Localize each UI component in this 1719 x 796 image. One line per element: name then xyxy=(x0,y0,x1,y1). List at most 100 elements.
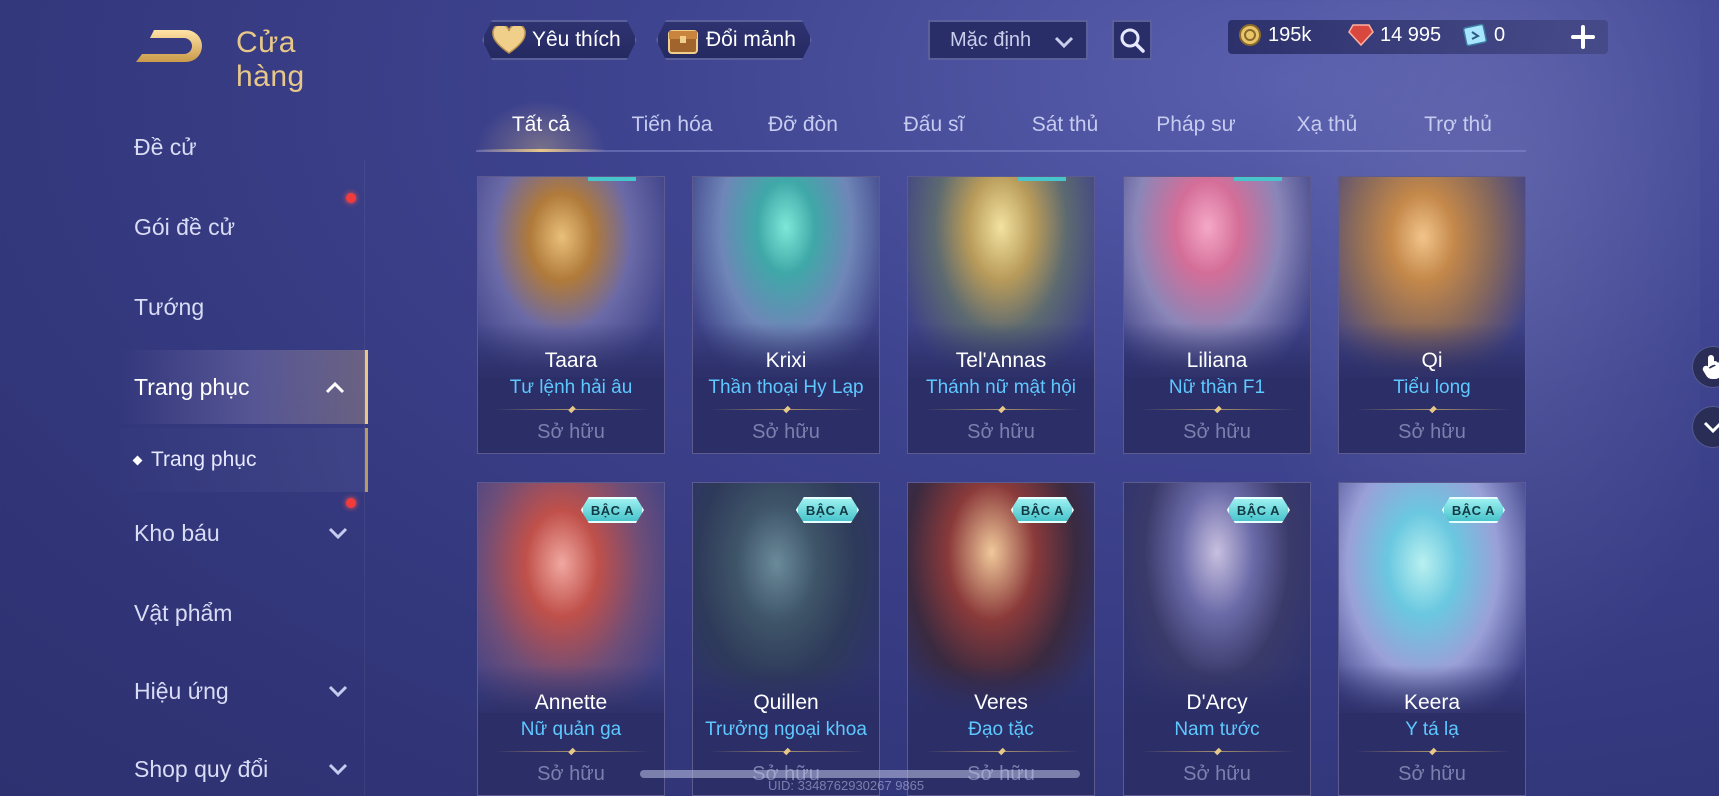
ticket-balance: 0 xyxy=(1462,23,1505,47)
skin-name: Y tá lạ xyxy=(1405,719,1459,740)
tab-phap-su[interactable]: Pháp sư xyxy=(1131,100,1261,150)
tab-tien-hoa[interactable]: Tiến hóa xyxy=(607,100,737,150)
page-title: Cửa hàng xyxy=(236,26,305,93)
tier-badge: BẬC A xyxy=(1011,497,1074,523)
card-divider xyxy=(494,409,650,410)
badge-stub xyxy=(588,177,636,181)
exchange-button[interactable]: Đổi mảnh xyxy=(656,20,812,60)
card-divider xyxy=(709,751,865,752)
sidebar-item-hieu-ung[interactable]: Hiệu ứng xyxy=(120,656,368,726)
sidebar-item-label: Đề cử xyxy=(134,133,197,160)
card-divider xyxy=(924,751,1080,752)
sidebar-divider xyxy=(364,160,365,796)
hand-cursor-button[interactable] xyxy=(1692,346,1719,388)
chest-icon xyxy=(666,23,700,57)
owned-status: Sở hữu xyxy=(537,421,605,443)
notification-dot xyxy=(346,498,356,508)
gold-coin-icon xyxy=(1239,24,1261,46)
ticket-amount: 0 xyxy=(1494,23,1506,46)
hero-name: Annette xyxy=(534,691,608,714)
back-button[interactable] xyxy=(132,26,204,66)
hero-name: Quillen xyxy=(753,691,819,714)
tab-tat-ca[interactable]: Tất cả xyxy=(476,100,606,152)
exchange-label: Đổi mảnh xyxy=(706,28,796,51)
owned-status: Sở hữu xyxy=(752,421,820,443)
add-currency-button[interactable] xyxy=(1568,22,1598,52)
sidebar-subitem-trang-phuc[interactable]: Trang phục xyxy=(120,428,368,492)
skin-name: Tư lệnh hải âu xyxy=(509,377,633,398)
skin-card[interactable]: Taara Tư lệnh hải âu Sở hữu xyxy=(477,176,665,454)
notification-dot xyxy=(346,193,356,203)
tab-do-don[interactable]: Đỡ đòn xyxy=(738,100,868,150)
skin-card[interactable]: Tel'Annas Thánh nữ mật hội Sở hữu xyxy=(907,176,1095,454)
favorites-button[interactable]: Yêu thích xyxy=(482,20,637,60)
chevron-down-icon xyxy=(328,685,348,698)
skin-name: Đạo tặc xyxy=(968,719,1034,740)
sidebar-item-tuong[interactable]: Tướng xyxy=(120,272,368,342)
sidebar-item-trang-phuc[interactable]: Trang phục xyxy=(120,350,368,424)
sidebar-item-goi-de-cu[interactable]: Gói đề cử xyxy=(120,192,368,262)
sidebar-item-label: Trang phục xyxy=(134,373,250,400)
red-gem-icon xyxy=(1348,24,1374,47)
voucher-balance: 14 995 xyxy=(1348,23,1441,47)
hero-name: Keera xyxy=(1403,691,1461,714)
skin-card[interactable]: BẬC A Veres Đạo tặc Sở hữu xyxy=(907,482,1095,796)
skin-card[interactable]: BẬC A D'Arcy Nam tước Sở hữu xyxy=(1123,482,1311,796)
sidebar-item-kho-bau[interactable]: Kho báu xyxy=(120,498,368,568)
hero-name: Tel'Annas xyxy=(955,349,1047,372)
skin-name: Thần thoại Hy Lạp xyxy=(708,377,864,398)
sidebar-item-label: Shop quy đổi xyxy=(134,755,269,782)
plus-icon xyxy=(1571,25,1595,49)
badge-stub xyxy=(1234,177,1282,181)
sidebar-item-vat-pham[interactable]: Vật phẩm xyxy=(120,578,368,648)
owned-status: Sở hữu xyxy=(1183,763,1251,785)
card-divider xyxy=(1140,409,1296,410)
owned-status: Sở hữu xyxy=(537,763,605,785)
sort-value: Mặc định xyxy=(950,28,1032,51)
sidebar-item-de-cu[interactable]: Đề cử xyxy=(120,112,368,182)
chevron-down-icon xyxy=(328,527,348,540)
skin-card[interactable]: BẬC A Keera Y tá lạ Sở hữu xyxy=(1338,482,1526,796)
badge-stub xyxy=(1018,177,1066,181)
chevron-down-icon xyxy=(1054,36,1074,49)
skin-card[interactable]: Krixi Thần thoại Hy Lạp Sở hữu xyxy=(692,176,880,454)
tab-dau-si[interactable]: Đấu sĩ xyxy=(869,100,999,150)
favorites-label: Yêu thích xyxy=(532,28,621,51)
hero-name: Veres xyxy=(974,691,1028,714)
gold-amount: 195k xyxy=(1268,23,1312,46)
owned-status: Sở hữu xyxy=(1398,421,1466,443)
tab-xa-thu[interactable]: Xạ thủ xyxy=(1262,100,1392,150)
skin-card[interactable]: Qi Tiểu long Sở hữu xyxy=(1338,176,1526,454)
expand-button[interactable] xyxy=(1692,406,1719,448)
owned-status: Sở hữu xyxy=(1183,421,1251,443)
card-divider xyxy=(1140,751,1296,752)
search-button[interactable] xyxy=(1112,20,1152,60)
skin-name: Nữ thần F1 xyxy=(1168,377,1266,398)
card-divider xyxy=(1355,751,1511,752)
sidebar-item-shop-quy-doi[interactable]: Shop quy đổi xyxy=(120,734,368,796)
skin-name: Trưởng ngoại khoa xyxy=(705,719,867,740)
tier-badge: BẬC A xyxy=(796,497,859,523)
card-divider xyxy=(1355,409,1511,410)
hero-name: D'Arcy xyxy=(1186,691,1248,714)
skin-card[interactable]: BẬC A Annette Nữ quản ga Sở hữu xyxy=(477,482,665,796)
tab-tro-thu[interactable]: Trợ thủ xyxy=(1393,100,1523,150)
card-divider xyxy=(924,409,1080,410)
heart-icon xyxy=(492,26,526,54)
skin-name: Nữ quản ga xyxy=(520,719,622,740)
hero-name: Krixi xyxy=(765,349,807,372)
sidebar-item-label: Gói đề cử xyxy=(134,213,236,240)
sidebar-item-label: Kho báu xyxy=(134,519,220,546)
ticket-icon xyxy=(1462,23,1488,47)
sort-dropdown[interactable]: Mặc định xyxy=(928,20,1088,60)
hero-name: Liliana xyxy=(1186,349,1248,372)
user-id: UID: 3348762930267 9865 xyxy=(768,778,925,793)
tab-sat-thu[interactable]: Sát thủ xyxy=(1000,100,1130,150)
gold-balance: 195k xyxy=(1238,23,1311,47)
skin-card[interactable]: Liliana Nữ thần F1 Sở hữu xyxy=(1123,176,1311,454)
sidebar: Cửa hàng Đề cử Gói đề cử Tướng Trang phụ… xyxy=(0,0,368,796)
chevron-down-icon xyxy=(1703,421,1719,434)
owned-status: Sở hữu xyxy=(967,421,1035,443)
card-divider xyxy=(494,751,650,752)
skin-card[interactable]: BẬC A Quillen Trưởng ngoại khoa Sở hữu xyxy=(692,482,880,796)
